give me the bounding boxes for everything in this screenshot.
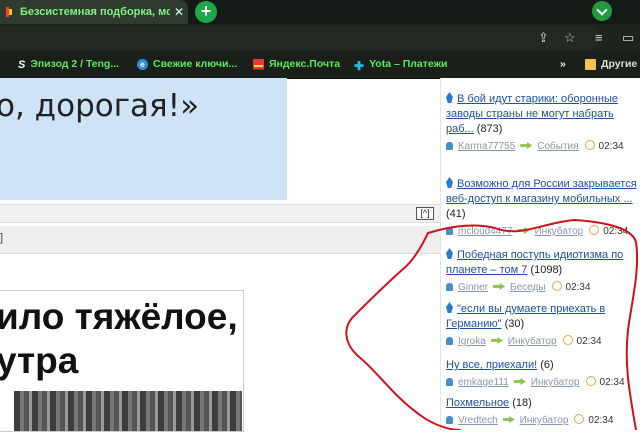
yota-icon: ✚	[354, 58, 365, 73]
bookmark-label: Эпизод 2 / Teng...	[30, 58, 120, 70]
image-caption-line: утра	[0, 340, 79, 381]
reply-count: (41)	[446, 208, 466, 220]
hot-topic-icon	[446, 177, 453, 188]
other-bookmarks[interactable]: Другие	[585, 58, 637, 70]
bookmark-yota[interactable]: ✚ Yota – Платежи	[354, 58, 448, 73]
banner-text: о, дорогая!»	[0, 88, 200, 124]
bookmark-star-icon[interactable]: ☆	[564, 30, 576, 46]
tab-title: Безсистемная подборка, мо	[20, 6, 170, 18]
arrow-right-icon	[520, 142, 533, 149]
arrow-right-icon	[517, 227, 530, 234]
tab-strip: Безсистемная подборка, мо ✕ +	[0, 0, 640, 24]
folder-icon	[585, 58, 596, 70]
hot-topic-icon	[446, 92, 453, 103]
author-link[interactable]: Igroka	[458, 336, 486, 347]
category-link[interactable]: Инкубатор	[534, 226, 583, 237]
topic-item: "если вы думаете приехать в Германию" (3…	[446, 302, 638, 348]
arrow-right-icon	[513, 378, 526, 385]
bracket-text: ]	[0, 232, 4, 244]
user-icon	[446, 416, 453, 424]
arrow-right-icon	[490, 337, 503, 344]
topic-item: Победная поступь идиотизма по планете – …	[446, 248, 638, 294]
category-link[interactable]: События	[537, 141, 578, 152]
user-icon	[446, 337, 453, 345]
reply-count: (6)	[540, 359, 554, 371]
author-link[interactable]: Karma77755	[458, 141, 515, 152]
e-icon: e	[137, 58, 148, 70]
clock-icon	[585, 376, 596, 386]
clock-icon	[589, 225, 600, 235]
tab-search-button[interactable]	[592, 1, 612, 21]
topic-link[interactable]: В бой идут старики: оборонные заводы стр…	[446, 93, 618, 135]
topic-link[interactable]: Похмельное	[446, 397, 509, 409]
s-icon: S	[18, 58, 26, 71]
mail-icon	[253, 58, 264, 70]
user-icon	[446, 227, 453, 235]
share-icon[interactable]: ⇪	[538, 30, 549, 46]
category-link[interactable]: Инкубатор	[531, 377, 580, 388]
topic-link[interactable]: "если вы думаете приехать в Германию"	[446, 303, 605, 330]
post-image: ило тяжёлое, утра	[0, 290, 244, 432]
topic-item: Возможно для России закрывается веб-дост…	[446, 177, 638, 238]
arrow-right-icon	[493, 283, 506, 290]
bookmarks-bar: S Эпизод 2 / Teng... e Свежие ключи... Я…	[0, 52, 640, 79]
post-time: 02:34	[576, 336, 602, 347]
reply-count: (18)	[512, 397, 532, 409]
topic-link[interactable]: Ну все, приехали!	[446, 359, 537, 371]
reply-count: (1098)	[530, 264, 563, 276]
post-banner-image: о, дорогая!»	[0, 78, 287, 200]
post-time: 02:34	[565, 282, 591, 293]
new-tab-button[interactable]: +	[195, 1, 217, 23]
collapse-button[interactable]: [^]	[416, 207, 434, 220]
author-link[interactable]: emkage111	[458, 377, 509, 388]
topic-item: В бой идут старики: оборонные заводы стр…	[446, 92, 638, 153]
topic-item: Похмельное (18) Vredtech Инкубатор 02:34	[446, 396, 638, 427]
image-caption: ило тяжёлое, утра	[0, 295, 238, 383]
browser-tab[interactable]: Безсистемная подборка, мо ✕	[0, 0, 188, 24]
image-caption-line: ило тяжёлое,	[0, 296, 238, 337]
clock-icon	[562, 335, 573, 345]
photo-area	[14, 391, 242, 431]
bookmark-label: Яндекс.Почта	[269, 58, 341, 70]
reply-count: (30)	[504, 318, 525, 330]
clock-icon	[584, 140, 595, 150]
hot-topic-icon	[446, 248, 453, 259]
category-link[interactable]: Инкубатор	[520, 415, 569, 426]
topic-item: Ну все, приехали! (6) emkage111 Инкубатор…	[446, 358, 638, 389]
user-icon	[446, 283, 453, 291]
yandex-favicon-icon	[4, 6, 14, 18]
address-toolbar: ⇪ ☆ ≡ ▭	[0, 24, 640, 52]
address-bar[interactable]	[0, 26, 600, 50]
bookmark-episode[interactable]: S Эпизод 2 / Teng...	[18, 58, 120, 71]
bookmark-keys[interactable]: e Свежие ключи...	[137, 58, 237, 70]
post-time: 02:34	[598, 141, 624, 152]
reply-count: (873)	[476, 123, 503, 135]
topic-link[interactable]: Возможно для России закрывается веб-дост…	[446, 178, 637, 205]
bookmark-label: Yota – Платежи	[369, 58, 448, 70]
post-subheader: ]	[0, 226, 440, 254]
arrow-right-icon	[502, 416, 515, 423]
category-link[interactable]: Инкубатор	[508, 336, 557, 347]
bookmarks-overflow-button[interactable]: »	[560, 58, 566, 70]
user-icon	[446, 378, 453, 386]
clock-icon	[551, 281, 562, 291]
author-link[interactable]: Ginner	[458, 282, 488, 293]
hot-topic-icon	[446, 302, 453, 313]
post-time: 02:34	[588, 415, 614, 426]
post-time: 02:34	[603, 226, 629, 237]
post-time: 02:34	[599, 377, 625, 388]
user-icon	[446, 142, 453, 150]
bookmark-label: Другие	[601, 58, 638, 70]
clock-icon	[574, 414, 585, 424]
category-link[interactable]: Беседы	[510, 282, 546, 293]
side-panel-icon[interactable]: ▭	[622, 30, 634, 46]
author-link[interactable]: mcloud4477	[458, 226, 512, 237]
topics-sidebar: В бой идут старики: оборонные заводы стр…	[440, 78, 640, 430]
bookmark-label: Свежие ключи...	[153, 58, 238, 70]
bookmark-yandex-mail[interactable]: Яндекс.Почта	[253, 58, 340, 70]
author-link[interactable]: Vredtech	[458, 415, 498, 426]
post-header-bar: [^]	[0, 204, 440, 223]
close-tab-icon[interactable]: ✕	[174, 5, 184, 19]
reading-list-icon[interactable]: ≡	[595, 30, 603, 45]
